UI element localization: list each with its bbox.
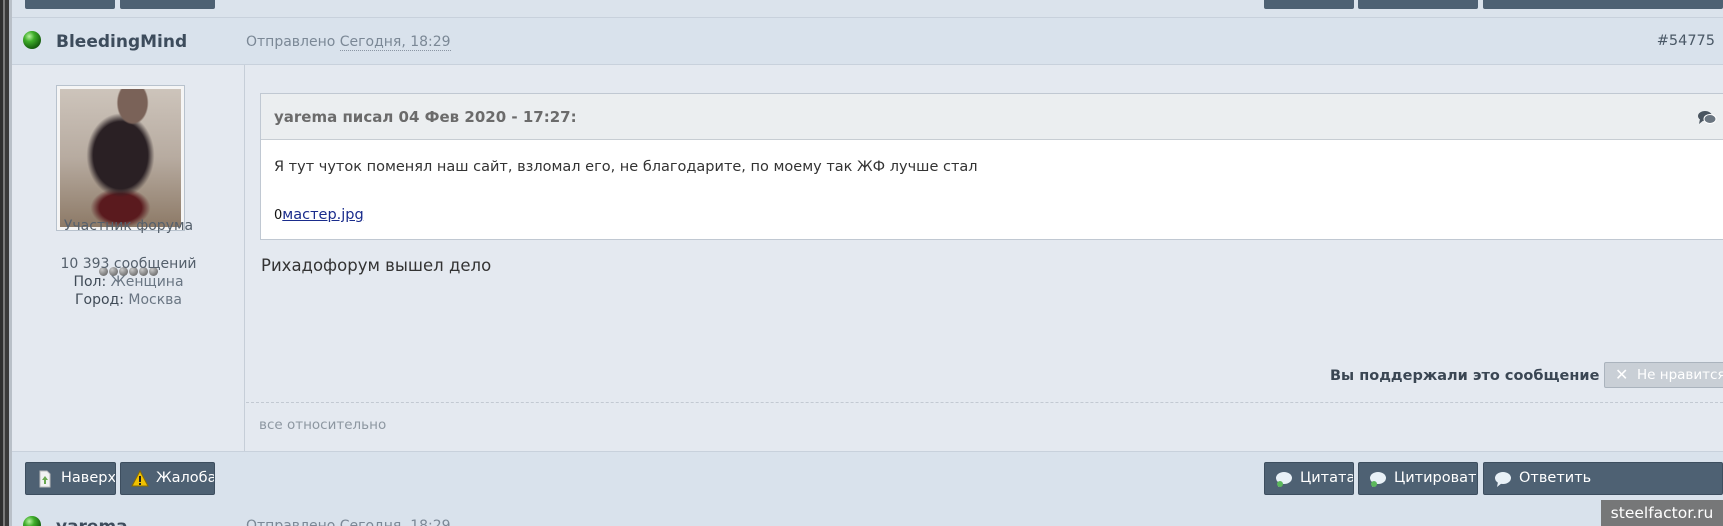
quote-block: yarema писал 04 Фев 2020 - 17:27: Я тут … xyxy=(260,93,1723,240)
previous-post-footer xyxy=(12,0,1723,18)
online-status-icon xyxy=(23,516,41,526)
multiquote-icon xyxy=(1370,472,1386,487)
previous-report-button[interactable] xyxy=(120,0,215,9)
reply-bubble-icon xyxy=(1495,472,1511,487)
quote-text: Я тут чуток поменял наш сайт, взломал ег… xyxy=(274,159,978,175)
quote-author: yarema писал 04 Фев 2020 - 17:27: xyxy=(274,108,577,126)
post-content: yarema писал 04 Фев 2020 - 17:27: Я тут … xyxy=(246,65,1723,451)
dislike-button[interactable]: ✕ Не нравится xyxy=(1604,362,1723,388)
quote-label: Цитата xyxy=(1300,470,1354,486)
city-value: Москва xyxy=(128,292,183,308)
support-status: Вы поддержали это сообщение xyxy=(1330,368,1600,384)
posted-label: Отправлено xyxy=(246,34,336,50)
online-status-icon xyxy=(23,31,41,49)
dislike-label: Не нравится xyxy=(1637,367,1723,383)
window-frame-left xyxy=(0,0,12,526)
multiquote-label: Цитировать xyxy=(1394,470,1478,486)
top-button[interactable]: Наверх xyxy=(25,462,116,495)
author-sidebar: Участник форума 10 393 сообщений Пол: Же… xyxy=(12,65,245,451)
previous-quote-button[interactable] xyxy=(1264,0,1354,9)
next-post-date: Отправлено Сегодня, 18:29 xyxy=(246,518,451,526)
report-button[interactable]: Жалоба xyxy=(120,462,215,495)
previous-top-button[interactable] xyxy=(25,0,115,9)
close-icon: ✕ xyxy=(1615,365,1629,384)
posted-date: Сегодня, 18:29 xyxy=(339,34,451,51)
signature-divider xyxy=(246,402,1723,403)
next-post-author[interactable]: yarema xyxy=(56,517,128,526)
attachment-link[interactable]: мастер.jpg xyxy=(282,207,363,223)
speech-bubbles-icon[interactable] xyxy=(1697,110,1717,126)
quote-bubble-icon xyxy=(1276,472,1292,487)
post-date: Отправлено Сегодня, 18:29 xyxy=(246,34,451,51)
member-rank: Участник форума xyxy=(63,218,194,234)
previous-multiquote-button[interactable] xyxy=(1358,0,1478,9)
post-body: Рихадофорум вышел дело xyxy=(261,256,492,275)
gender-label: Пол: xyxy=(73,274,107,290)
top-label: Наверх xyxy=(61,470,116,486)
reply-label: Ответить xyxy=(1519,470,1592,486)
report-label: Жалоба xyxy=(156,470,215,486)
city-label: Город: xyxy=(74,292,124,308)
watermark: steelfactor.ru xyxy=(1601,500,1723,526)
multiquote-button[interactable]: Цитировать xyxy=(1358,462,1478,495)
page-up-icon xyxy=(39,470,51,488)
reply-button[interactable]: Ответить xyxy=(1483,462,1723,495)
previous-reply-button[interactable] xyxy=(1483,0,1723,9)
post-permalink[interactable]: #54775 xyxy=(1657,33,1715,49)
avatar-image xyxy=(60,89,181,227)
avatar[interactable] xyxy=(56,85,185,231)
warning-icon xyxy=(131,470,149,487)
next-post-header: yarema Отправлено Сегодня, 18:29 xyxy=(12,504,1723,526)
quote-header: yarema писал 04 Фев 2020 - 17:27: xyxy=(261,94,1723,140)
post-header: BleedingMind Отправлено Сегодня, 18:29 #… xyxy=(12,18,1723,65)
gender-line: Пол: Женщина xyxy=(12,274,245,290)
post-author-name[interactable]: BleedingMind xyxy=(56,32,187,52)
post-footer: Наверх Жалоба Цитата Цитировать Ответить xyxy=(12,451,1723,504)
signature: все относительно xyxy=(259,417,387,433)
quote-button[interactable]: Цитата xyxy=(1264,462,1354,495)
attachment: 0мастер.jpg xyxy=(274,207,364,223)
posts-count: 10 393 сообщений xyxy=(60,256,197,272)
gender-value: Женщина xyxy=(110,274,184,290)
city-line: Город: Москва xyxy=(12,292,245,308)
